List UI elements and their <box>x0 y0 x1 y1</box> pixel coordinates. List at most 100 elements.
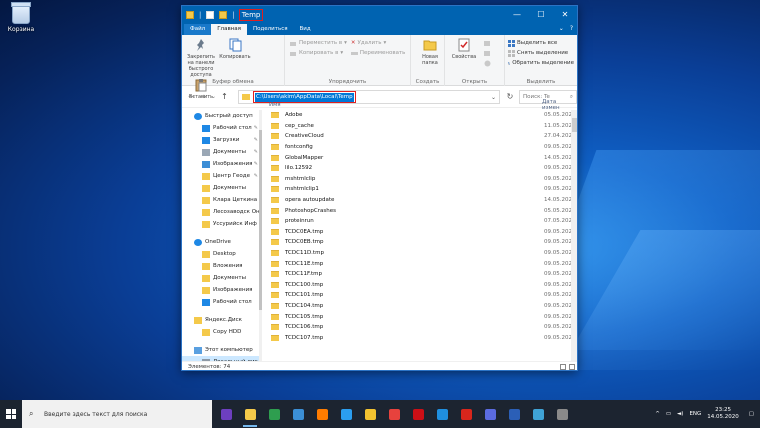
back-button[interactable]: ← <box>186 92 197 101</box>
chevron-down-icon[interactable]: ⌄ <box>559 25 564 32</box>
list-item[interactable]: mshtmlclip1 09.05.2020 <box>265 184 571 195</box>
settings-app-icon[interactable] <box>552 400 572 428</box>
start-button[interactable] <box>0 400 22 428</box>
sidebar-item[interactable]: Изображения <box>182 284 260 296</box>
sidebar-item[interactable]: Уссурийск Инф <box>182 218 260 230</box>
pin-button[interactable]: Закрепить на панели быстрого доступа <box>185 38 217 78</box>
list-item[interactable]: lilo.12592 09.05.2020 <box>265 163 571 174</box>
column-header-date[interactable]: Дата измен <box>542 99 571 111</box>
list-item[interactable]: TCDC106.tmp 09.05.2020 <box>265 322 571 333</box>
navigation-scrollbar[interactable] <box>259 110 262 361</box>
network-icon[interactable]: ▭ <box>666 411 671 417</box>
sidebar-item[interactable]: Этот компьютер <box>182 344 260 356</box>
list-item[interactable]: cep_cache 11.05.2020 <box>265 121 571 132</box>
archicad-icon[interactable] <box>360 400 380 428</box>
select-none-button[interactable]: Снять выделение <box>508 48 574 58</box>
taskbar-search[interactable]: ⌕ Введите здесь текст для поиска <box>22 400 212 428</box>
file-explorer-icon[interactable] <box>240 400 260 428</box>
sidebar-item[interactable]: Клара Цеткина <box>182 194 260 206</box>
clock[interactable]: 23:25 14.05.2020 <box>707 407 739 421</box>
word-icon[interactable] <box>504 400 524 428</box>
sidebar-item[interactable]: OneDrive <box>182 236 260 248</box>
history-button[interactable] <box>484 58 491 68</box>
sidebar-item[interactable]: Лесозаводск Он <box>182 206 260 218</box>
maps-app-icon[interactable] <box>264 400 284 428</box>
up-button[interactable]: ↑ <box>219 92 230 101</box>
sidebar-item[interactable]: Изображения ✎ <box>182 158 260 170</box>
notifications-icon[interactable]: ▢ <box>749 411 754 417</box>
list-item[interactable]: TCDC0EB.tmp 09.05.2020 <box>265 237 571 248</box>
list-item[interactable]: TCDC0EA.tmp 09.05.2020 <box>265 227 571 238</box>
sidebar-item[interactable]: Copy HDD <box>182 326 260 338</box>
sidebar-item[interactable]: Desktop <box>182 248 260 260</box>
move-to-button[interactable]: Переместить в ▾ <box>290 38 347 48</box>
sidebar-item[interactable]: Центр Геоде ✎ <box>182 170 260 182</box>
sidebar-item[interactable]: Документы <box>182 182 260 194</box>
sidebar-item[interactable]: Документы <box>182 272 260 284</box>
chevron-up-icon[interactable]: ^ <box>655 411 660 417</box>
sidebar-item[interactable]: Быстрый доступ <box>182 110 260 122</box>
sidebar-item[interactable]: Рабочий стол <box>182 296 260 308</box>
sidebar-item[interactable]: Загрузки ✎ <box>182 134 260 146</box>
sidebar-item[interactable]: Документы ✎ <box>182 146 260 158</box>
browser-icon[interactable] <box>384 400 404 428</box>
list-item[interactable]: TCDC11D.tmp 09.05.2020 <box>265 248 571 259</box>
invert-selection-button[interactable]: Обратить выделение <box>508 58 574 68</box>
delete-button[interactable]: ✕ Удалить ▾ <box>351 38 406 48</box>
scrollbar-thumb[interactable] <box>259 130 262 310</box>
help-icon[interactable]: ? <box>570 25 573 32</box>
list-item[interactable]: TCDC105.tmp 09.05.2020 <box>265 311 571 322</box>
forward-button[interactable]: → <box>197 92 208 101</box>
copy-button[interactable]: Копировать <box>219 38 251 60</box>
list-item[interactable]: CreativeCloud 27.04.2020 <box>265 131 571 142</box>
list-item[interactable]: TCDC104.tmp 09.05.2020 <box>265 301 571 312</box>
list-item[interactable]: mshtmlclip 09.05.2020 <box>265 174 571 185</box>
column-header-name[interactable]: Имя <box>269 102 281 108</box>
list-item[interactable]: fontconfig 09.05.2020 <box>265 142 571 153</box>
details-view-icon[interactable] <box>560 364 566 370</box>
volume-icon[interactable]: ◄) <box>677 411 683 417</box>
tab-share[interactable]: Поделиться <box>247 24 294 35</box>
file-list-scrollbar[interactable] <box>571 110 577 361</box>
language-indicator[interactable]: ENG <box>689 411 701 417</box>
tab-view[interactable]: Вид <box>294 24 317 35</box>
opera-icon[interactable] <box>408 400 428 428</box>
list-item[interactable]: proteinrun 07.05.2020 <box>265 216 571 227</box>
edge-icon[interactable] <box>432 400 452 428</box>
new-folder-icon[interactable] <box>219 11 228 19</box>
close-button[interactable]: ✕ <box>553 6 577 24</box>
tab-file[interactable]: Файл <box>184 24 212 35</box>
list-item[interactable]: opera autoupdate 14.05.2020 <box>265 195 571 206</box>
folder-icon[interactable] <box>186 11 194 19</box>
edit-button[interactable] <box>483 48 491 58</box>
recycle-bin[interactable]: Корзина <box>4 2 38 33</box>
select-all-button[interactable]: Выделить все <box>508 38 574 48</box>
acrobat-icon[interactable] <box>456 400 476 428</box>
minimize-button[interactable]: — <box>505 6 529 24</box>
sidebar-item[interactable]: Рабочий стол ✎ <box>182 122 260 134</box>
list-item[interactable]: PhotoshopCrashes 05.05.2020 <box>265 205 571 216</box>
maximize-button[interactable]: ☐ <box>529 6 553 24</box>
list-item[interactable]: TCDC11F.tmp 09.05.2020 <box>265 269 571 280</box>
rename-button[interactable]: Переименовать <box>350 48 405 58</box>
title-bar[interactable]: | | Temp — ☐ ✕ <box>182 6 577 24</box>
tiles-view-icon[interactable] <box>569 364 575 370</box>
open-button[interactable] <box>483 38 491 48</box>
chat-app-icon[interactable] <box>216 400 236 428</box>
list-item[interactable]: Adobe 05.05.2020 <box>265 110 571 121</box>
list-item[interactable]: TCDC100.tmp 09.05.2020 <box>265 280 571 291</box>
properties-icon[interactable] <box>206 11 215 19</box>
copy-to-button[interactable]: Копировать в ▾ <box>290 48 347 58</box>
list-item[interactable]: TCDC11E.tmp 09.05.2020 <box>265 258 571 269</box>
properties-button[interactable]: Свойства <box>448 38 480 60</box>
tab-home[interactable]: Главная <box>211 24 247 35</box>
sidebar-item[interactable]: Вложения <box>182 260 260 272</box>
illustrator-icon[interactable] <box>312 400 332 428</box>
recent-dropdown[interactable]: ⌄ <box>208 93 219 100</box>
new-folder-button[interactable]: Новая папка <box>414 38 446 66</box>
list-item[interactable]: GlobalMapper 14.05.2020 <box>265 152 571 163</box>
globe-app-icon[interactable] <box>288 400 308 428</box>
list-item[interactable]: TCDC107.tmp 09.05.2020 <box>265 332 571 343</box>
media-app-icon[interactable] <box>480 400 500 428</box>
scrollbar-thumb[interactable] <box>572 118 577 132</box>
